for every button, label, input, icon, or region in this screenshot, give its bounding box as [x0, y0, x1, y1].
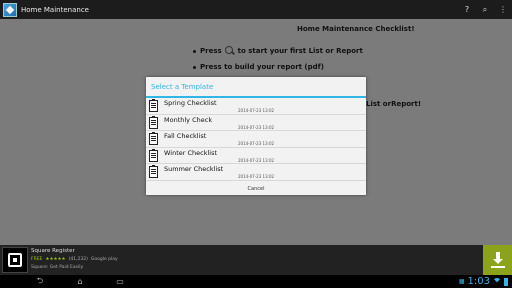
select-template-dialog: Select a Template Spring Checklist 2014-…	[146, 77, 366, 195]
search-icon	[224, 46, 235, 56]
template-item-monthly[interactable]: Monthly Check 2014-07-23 13:02	[146, 115, 366, 131]
cancel-button[interactable]: Cancel	[146, 181, 366, 197]
ad-stars: ★★★★★	[45, 257, 66, 262]
help-icon[interactable]: ?	[458, 0, 476, 19]
wifi-icon	[493, 277, 501, 286]
action-bar: Home Maintenance ? ⌕ ⋮	[0, 0, 512, 19]
ad-reviews: (41,232)	[68, 257, 88, 262]
ad-download-button[interactable]	[483, 245, 512, 275]
instruction-build-report: Press to build your report (pdf)	[193, 63, 324, 71]
checklist-icon	[149, 132, 158, 145]
action-bar-actions: ? ⌕ ⋮	[458, 0, 512, 19]
clock: 1:03	[467, 276, 490, 287]
ad-rating-line: FREE ★★★★★ (41,232) Google play	[31, 257, 118, 262]
template-date: 2014-07-23 13:02	[238, 124, 275, 130]
recent-apps-icon[interactable]: ▭	[110, 275, 130, 288]
checklist-icon	[149, 99, 158, 112]
template-item-spring[interactable]: Spring Checklist 2014-07-23 13:02	[146, 98, 366, 115]
template-date: 2014-07-23 13:02	[238, 141, 275, 146]
bullet-dot	[193, 65, 196, 69]
template-item-fall[interactable]: Fall Checklist 2014-07-23 13:02	[146, 131, 366, 148]
template-name: Monthly Check	[164, 115, 213, 124]
search-icon[interactable]: ⌕	[476, 0, 494, 19]
download-icon	[490, 252, 505, 268]
ad-store: Google play	[90, 257, 118, 262]
ad-price: FREE	[31, 257, 43, 262]
template-name: Summer Checklist	[164, 165, 224, 173]
template-date: 2014-07-23 13:02	[238, 157, 275, 163]
checklist-icon	[149, 115, 158, 129]
template-name: Winter Checklist	[164, 148, 218, 157]
template-name: Spring Checklist	[164, 99, 217, 107]
instruction-build-report-text: Press to build your report (pdf)	[200, 63, 324, 71]
page-heading: Home Maintenance Checklist!	[297, 25, 415, 33]
back-icon[interactable]: ⮌	[30, 275, 50, 288]
overflow-menu-icon[interactable]: ⋮	[494, 0, 512, 19]
template-item-winter[interactable]: Winter Checklist 2014-07-23 13:02	[146, 148, 366, 164]
status-area[interactable]: ▦ 1:03	[459, 275, 508, 288]
instruction-partial-text: List orReport!	[366, 100, 422, 108]
ad-title: Square Register	[31, 248, 75, 254]
checklist-icon	[149, 165, 158, 178]
system-nav-bar: ⮌ ⌂ ▭ ▦ 1:03	[0, 275, 512, 288]
template-list: Spring Checklist 2014-07-23 13:02 Monthl…	[146, 98, 366, 181]
template-date: 2014-07-23 13:02	[238, 108, 275, 113]
app-title: Home Maintenance	[21, 5, 89, 14]
instruction-press-label: Press	[200, 47, 222, 55]
battery-icon	[504, 277, 508, 286]
instruction-new-list: Press to start your first List or Report	[193, 46, 363, 56]
screen: Home Maintenance ? ⌕ ⋮ Home Maintenance …	[0, 0, 512, 288]
app-icon[interactable]	[3, 2, 17, 17]
square-logo-icon	[2, 247, 28, 273]
template-name: Fall Checklist	[164, 132, 207, 140]
notification-icon: ▦	[458, 278, 465, 285]
instruction-new-list-text: to start your first List or Report	[237, 47, 363, 55]
ad-banner[interactable]: Square Register FREE ★★★★★ (41,232) Google …	[0, 245, 512, 275]
template-item-summer[interactable]: Summer Checklist 2014-07-23 13:02	[146, 164, 366, 181]
bullet-dot	[193, 49, 196, 53]
template-date: 2014-07-23 13:02	[238, 174, 275, 179]
checklist-icon	[149, 148, 158, 162]
ad-tagline: Square: Get Paid Easily	[31, 265, 84, 270]
dialog-title: Select a Template	[146, 77, 366, 98]
home-icon[interactable]: ⌂	[70, 275, 90, 288]
